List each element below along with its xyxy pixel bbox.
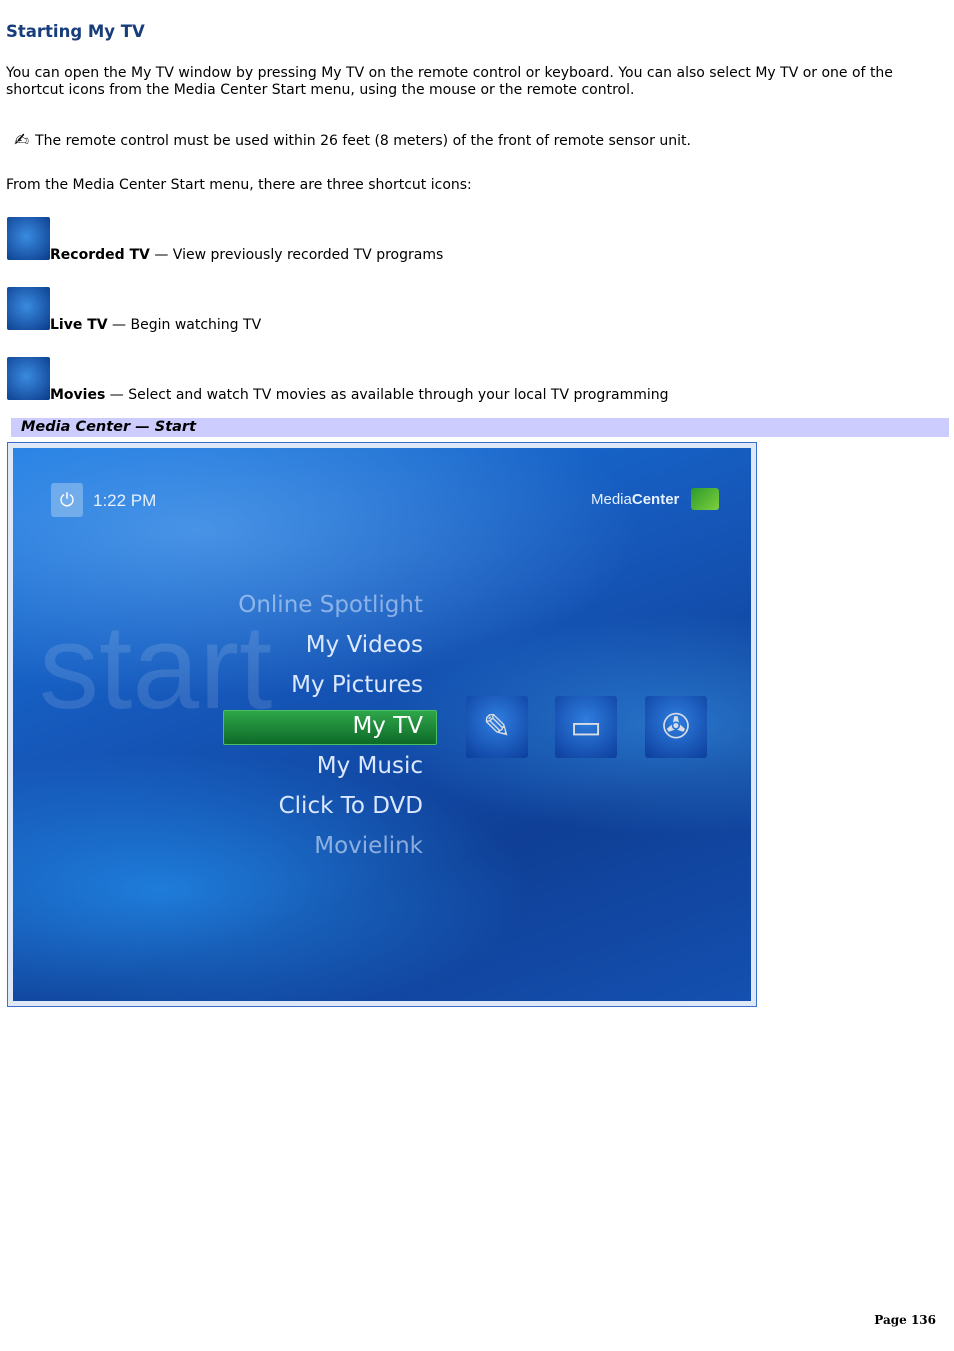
shortcut-name: Movies bbox=[50, 387, 106, 403]
menu-item-my-pictures: My Pictures bbox=[291, 672, 423, 698]
shortcut-desc: — View previously recorded TV programs bbox=[149, 247, 444, 263]
shortcut-recorded-tv: Recorded TV — View previously recorded T… bbox=[7, 217, 444, 263]
power-icon: ⏻ bbox=[51, 483, 83, 517]
caption-text: Media Center — Start bbox=[21, 419, 196, 435]
recorded-tv-tile-icon: ✎ bbox=[466, 696, 528, 758]
shortcut-name: Recorded TV bbox=[50, 247, 150, 263]
shortcut-desc: — Begin watching TV bbox=[107, 317, 262, 333]
shortcut-movies: Movies — Select and watch TV movies as a… bbox=[7, 357, 669, 403]
note-text: The remote control must be used within 2… bbox=[35, 132, 691, 149]
note: ✍ The remote control must be used within… bbox=[14, 130, 691, 151]
menu-item-my-videos: My Videos bbox=[305, 632, 423, 658]
windows-flag-icon bbox=[691, 488, 719, 510]
page-title: Starting My TV bbox=[6, 22, 145, 41]
menu-item-my-tv: My TV bbox=[352, 713, 423, 739]
tv-monitor-icon bbox=[7, 287, 50, 330]
shortcut-desc: — Select and watch TV movies as availabl… bbox=[105, 387, 669, 403]
media-center-screenshot: start ⏻ 1:22 PM MediaCenter Online Spotl… bbox=[7, 442, 757, 1007]
remote-control-icon bbox=[7, 217, 50, 260]
live-tv-tile-icon: ▭ bbox=[555, 696, 617, 758]
shortcut-intro: From the Media Center Start menu, there … bbox=[6, 177, 472, 193]
menu-item-click-to-dvd: Click To DVD bbox=[278, 793, 423, 819]
figure-caption: Media Center — Start bbox=[11, 418, 949, 437]
media-center-screen: start ⏻ 1:22 PM MediaCenter Online Spotl… bbox=[13, 448, 751, 1001]
movies-tile-icon: ✇ bbox=[645, 696, 707, 758]
menu-item-my-music: My Music bbox=[316, 753, 423, 779]
film-reel-icon bbox=[7, 357, 50, 400]
menu-item-movielink: Movielink bbox=[314, 833, 423, 859]
shortcut-name: Live TV bbox=[50, 317, 108, 333]
media-center-logo: MediaCenter bbox=[591, 491, 680, 508]
intro-paragraph: You can open the My TV window by pressin… bbox=[6, 65, 893, 98]
page-number: Page 136 bbox=[874, 1313, 936, 1327]
menu-item-online-spotlight: Online Spotlight bbox=[238, 592, 423, 618]
shortcut-live-tv: Live TV — Begin watching TV bbox=[7, 287, 262, 333]
clock: 1:22 PM bbox=[93, 491, 157, 510]
note-pencil-icon: ✍ bbox=[14, 130, 30, 151]
